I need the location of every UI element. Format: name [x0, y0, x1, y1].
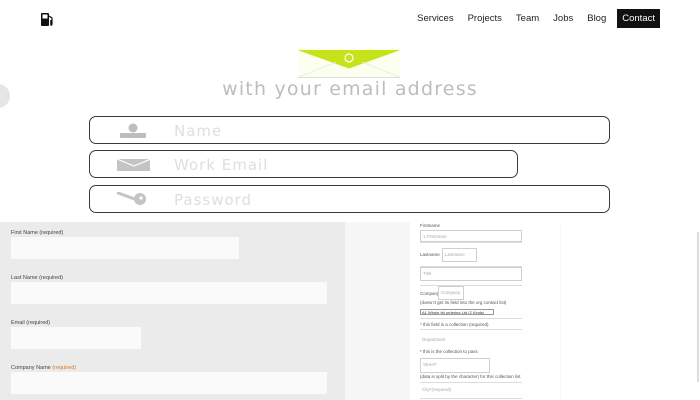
nav-link-team[interactable]: Team: [509, 9, 546, 28]
divider: [420, 285, 522, 286]
document-preview: Firstname 1.Firstname Lastname Lastname …: [345, 222, 561, 400]
nav-link-blog[interactable]: Blog: [580, 9, 613, 28]
doc-note: (doesn't get its field into the org cont…: [420, 300, 507, 305]
password-field[interactable]: [89, 185, 610, 213]
doc-company-label: Company: [420, 291, 440, 296]
name-field[interactable]: [89, 116, 610, 144]
signup-form: First Name (required) Last Name (require…: [0, 222, 345, 400]
lower-section: First Name (required) Last Name (require…: [0, 222, 700, 400]
doc-department-input[interactable]: Department: [420, 334, 522, 348]
doc-lastname-input[interactable]: Lastname: [442, 248, 477, 262]
doc-company-input[interactable]: Company: [438, 286, 464, 300]
nav-link-projects[interactable]: Projects: [461, 9, 509, 28]
contact-button[interactable]: Contact: [617, 9, 660, 28]
fuel-pump-icon[interactable]: [40, 11, 54, 27]
scrollbar[interactable]: [697, 232, 699, 382]
page: Services Projects Team Jobs Blog Contact…: [0, 0, 700, 400]
divider: [420, 382, 522, 383]
doc-firstname-input[interactable]: 1.Firstname: [420, 230, 522, 242]
main-menu: Services Projects Team Jobs Blog Contact: [410, 9, 660, 28]
last-name-input[interactable]: [11, 282, 327, 304]
last-name-label: Last Name (required): [11, 275, 63, 281]
doc-city-input[interactable]: City*(required): [420, 384, 522, 398]
first-name-label: First Name (required): [11, 230, 64, 236]
user-icon: [120, 123, 146, 138]
password-input[interactable]: [174, 189, 474, 211]
work-email-field[interactable]: [89, 150, 518, 178]
document-form: Firstname 1.Firstname Lastname Lastname …: [410, 222, 560, 400]
doc-select[interactable]: A1 Whole tbl ordering Ltd (2 Kinds): [420, 309, 494, 315]
doc-firstname-label: Firstname: [420, 223, 441, 228]
divider: [420, 329, 522, 330]
doc-title-input[interactable]: Title: [420, 267, 522, 281]
name-input[interactable]: [174, 120, 474, 142]
doc-note: (data is split by the character) for thi…: [420, 374, 521, 379]
doc-lastname-label: Lastname: [420, 252, 440, 257]
right-pane: [561, 222, 700, 400]
email-envelope-icon: [298, 48, 400, 78]
email-input[interactable]: [11, 327, 141, 349]
first-name-input[interactable]: [11, 237, 239, 259]
nav-link-jobs[interactable]: Jobs: [546, 9, 580, 28]
company-name-input[interactable]: [11, 372, 327, 394]
nav-link-services[interactable]: Services: [410, 9, 460, 28]
envelope-icon: [116, 158, 150, 171]
email-label: Email (required): [11, 320, 51, 326]
hero-tagline: with your email address: [222, 78, 478, 100]
doc-street-input[interactable]: Street*: [420, 358, 490, 373]
divider: [420, 242, 522, 243]
doc-note: * this field is a collection (required): [420, 322, 489, 327]
work-email-input[interactable]: [174, 154, 474, 176]
key-icon: [116, 192, 146, 205]
divider: [420, 318, 522, 319]
doc-note: * this is the collection to pass: [420, 349, 478, 354]
company-name-label: Company Name (required): [11, 365, 77, 371]
top-nav: Services Projects Team Jobs Blog Contact: [0, 0, 700, 36]
divider: [420, 398, 522, 399]
